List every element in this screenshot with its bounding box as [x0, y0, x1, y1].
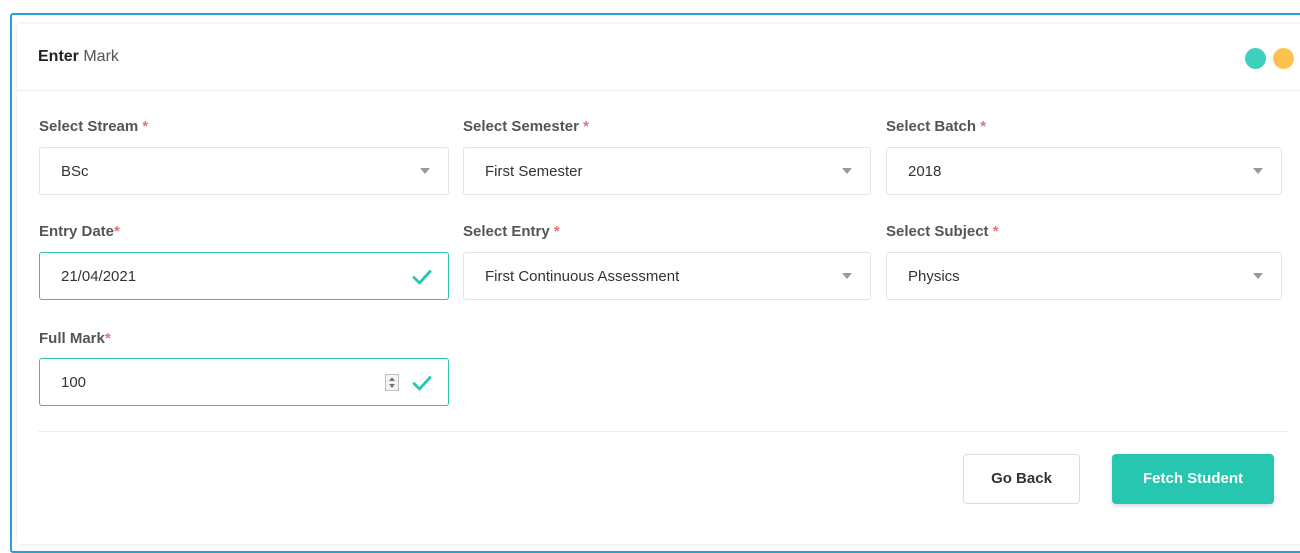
- semester-label: Select Semester *: [463, 118, 589, 135]
- entry-select[interactable]: First Continuous Assessment: [463, 252, 871, 300]
- check-icon: [412, 270, 432, 285]
- full-mark-label-text: Full Mark: [39, 330, 105, 347]
- fetch-student-button[interactable]: Fetch Student: [1112, 454, 1274, 504]
- subject-select-value: Physics: [908, 268, 960, 285]
- stream-select[interactable]: BSc: [39, 147, 449, 195]
- card-title-bold: Enter: [38, 48, 79, 65]
- batch-label: Select Batch *: [886, 118, 986, 135]
- form-divider: [38, 431, 1288, 432]
- caret-down-icon: [1253, 273, 1263, 279]
- spinner-up-icon[interactable]: [389, 377, 395, 381]
- full-mark-label: Full Mark*: [39, 330, 111, 347]
- caret-down-icon: [1253, 168, 1263, 174]
- batch-select[interactable]: 2018: [886, 147, 1282, 195]
- subject-label-text: Select Subject: [886, 223, 993, 240]
- entry-date-value: 21/04/2021: [61, 268, 137, 285]
- caret-down-icon: [420, 168, 430, 174]
- required-mark: *: [142, 118, 149, 135]
- full-mark-value: 100: [61, 374, 87, 391]
- subject-label: Select Subject *: [886, 223, 999, 240]
- required-mark: *: [980, 118, 987, 135]
- required-mark: *: [553, 223, 560, 240]
- check-icon: [412, 376, 432, 391]
- orange-dot-icon[interactable]: [1273, 48, 1294, 69]
- semester-label-text: Select Semester: [463, 118, 584, 135]
- required-mark: *: [992, 223, 999, 240]
- entry-label-text: Select Entry: [463, 223, 554, 240]
- number-spinner[interactable]: [385, 374, 399, 391]
- required-mark: *: [583, 118, 589, 135]
- semester-select[interactable]: First Semester: [463, 147, 871, 195]
- enter-mark-card: Enter Mark Select Stream * BSc Select Se…: [17, 24, 1300, 544]
- go-back-button[interactable]: Go Back: [963, 454, 1080, 504]
- entry-select-value: First Continuous Assessment: [485, 268, 680, 285]
- subject-select[interactable]: Physics: [886, 252, 1282, 300]
- entry-label: Select Entry *: [463, 223, 560, 240]
- card-title: Enter Mark: [38, 48, 119, 66]
- entry-date-label-text: Entry Date: [39, 223, 115, 240]
- full-mark-input[interactable]: 100: [39, 358, 449, 406]
- entry-date-input[interactable]: 21/04/2021: [39, 252, 449, 300]
- semester-select-value: First Semester: [485, 163, 583, 180]
- required-mark: *: [104, 330, 111, 347]
- caret-down-icon: [842, 273, 852, 279]
- batch-select-value: 2018: [908, 163, 942, 180]
- spinner-down-icon[interactable]: [389, 384, 395, 388]
- stream-label: Select Stream *: [39, 118, 148, 135]
- caret-down-icon: [842, 168, 852, 174]
- card-title-rest: Mark: [78, 48, 119, 65]
- card-header: Enter Mark: [17, 24, 1300, 91]
- teal-dot-icon[interactable]: [1245, 48, 1266, 69]
- entry-date-label: Entry Date*: [39, 223, 120, 240]
- stream-select-value: BSc: [61, 163, 89, 180]
- batch-label-text: Select Batch: [886, 118, 981, 135]
- required-mark: *: [114, 223, 120, 240]
- stream-label-text: Select Stream: [39, 118, 143, 135]
